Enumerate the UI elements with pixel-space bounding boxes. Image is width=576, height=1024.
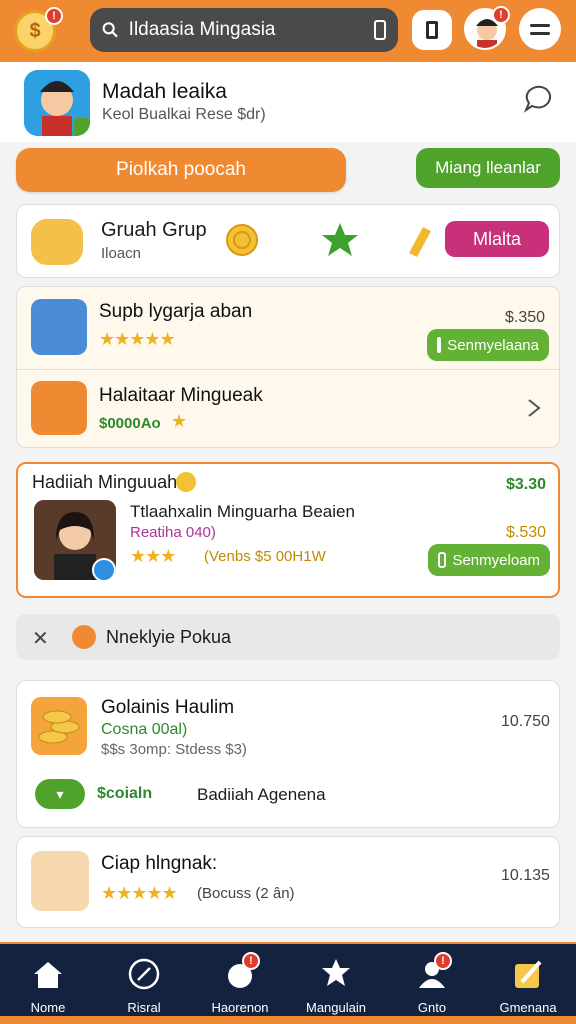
- search-bar[interactable]: [90, 8, 398, 52]
- gold-bar-icon: [409, 227, 431, 257]
- group-subtitle: Iloacn: [101, 245, 142, 262]
- compass-icon: [128, 958, 160, 990]
- featured-heading-price: $3.30: [506, 476, 547, 493]
- home-icon: [34, 962, 62, 988]
- reward-card[interactable]: Ciap hlngnak: ★★★★★ (Bocuss (2 ân) 10.13…: [16, 836, 560, 928]
- coins-value: 10.750: [501, 713, 550, 730]
- expand-toggle[interactable]: ▾: [35, 779, 85, 809]
- profile-subtitle: Keol Bualkai Rese $dr): [102, 106, 266, 123]
- group-mascot-icon: [31, 219, 83, 265]
- verified-icon: [92, 558, 116, 582]
- nav-label: Mangulain: [306, 1000, 366, 1015]
- nav-item-community[interactable]: Mangulain: [288, 944, 384, 1024]
- nav-item-home[interactable]: Nome: [0, 944, 96, 1024]
- coins-title: Golainis Haulim: [101, 697, 235, 718]
- nav-label: Risral: [127, 1000, 161, 1015]
- coin-icon: [176, 472, 196, 492]
- chevron-right-icon[interactable]: [523, 397, 545, 419]
- search-input[interactable]: [128, 19, 374, 41]
- nav-item-rewards[interactable]: ! Haorenon: [192, 944, 288, 1024]
- profile-title: Madah leaika: [102, 80, 227, 103]
- featured-action-label: Senmyeloam: [452, 551, 540, 569]
- clipboard-icon: [426, 21, 438, 39]
- featured-card[interactable]: Hadiiah Minguuah $3.30 Ttlaahxalin Mingu…: [16, 462, 560, 598]
- list-item-action-label: Senmyelaana: [447, 336, 539, 354]
- reward-rating: ★★★★★: [101, 883, 178, 903]
- nav-badge: !: [242, 952, 260, 970]
- mic-icon[interactable]: [373, 20, 386, 40]
- nav-badge: !: [434, 952, 452, 970]
- nav-label: Gnto: [417, 1000, 447, 1015]
- nav-label: Nome: [30, 1000, 66, 1015]
- reward-note: (Bocuss (2 ân): [197, 885, 295, 902]
- coin-badge: !: [45, 7, 63, 25]
- coin-button[interactable]: $ !: [14, 7, 63, 52]
- bag-icon: [438, 552, 447, 568]
- reward-icon: [31, 851, 89, 911]
- bag-icon: [437, 337, 442, 353]
- list-item-rating: ★: [171, 411, 187, 431]
- top-bar: $ ! !: [0, 0, 576, 62]
- list-item-rating: ★★★★★: [99, 329, 176, 349]
- list-item-title: Supb lygarja aban: [99, 301, 253, 322]
- nav-label: Haorenon: [211, 1000, 269, 1015]
- list-item-icon: [31, 299, 87, 355]
- bottom-accent-strip: [0, 1016, 576, 1024]
- section-header[interactable]: ✕ Nneklyie Pokua: [16, 614, 560, 660]
- nav-item-explore[interactable]: Risral: [96, 944, 192, 1024]
- group-card[interactable]: Gruah Grup Iloacn Mlalta: [16, 204, 560, 278]
- edit-icon: [515, 960, 542, 988]
- featured-title: Ttlaahxalin Minguarha Beaien: [130, 502, 355, 521]
- featured-rating: ★★★: [130, 546, 176, 566]
- primary-action-button[interactable]: Piolkah poocah: [16, 148, 346, 192]
- group-more-button[interactable]: Mlalta: [445, 221, 549, 257]
- nav-label: Gmenana: [499, 1000, 557, 1015]
- featured-action-button[interactable]: Senmyeloam: [428, 544, 550, 576]
- featured-heading: Hadiiah Minguuah: [32, 472, 178, 492]
- coins-icon: [31, 697, 87, 755]
- coins-subtitle: Cosna 00al): [101, 721, 188, 738]
- profile-avatar: [24, 70, 90, 136]
- list-item-price: $.350: [505, 309, 546, 326]
- featured-price: $.530: [506, 524, 547, 541]
- avatar-badge: !: [492, 6, 510, 24]
- list-item-icon: [31, 381, 87, 435]
- featured-note: (Venbs $5 00H1W: [204, 548, 326, 565]
- nav-item-settings[interactable]: Gmenana: [480, 944, 576, 1024]
- coins-footer-label: Badiiah Agenena: [197, 785, 326, 804]
- list-item-title: Halaitaar Mingueak: [99, 385, 263, 406]
- item-list-card: Supb lygarja aban ★★★★★ $.350 Senmyelaan…: [16, 286, 561, 448]
- featured-subtitle: Reatiha 040): [130, 524, 216, 541]
- nav-item-profile[interactable]: ! Gnto: [384, 944, 480, 1024]
- group-title: Gruah Grup: [101, 219, 207, 241]
- search-icon: [102, 22, 118, 38]
- divider: [17, 369, 561, 370]
- section-label: Nneklyie Pokua: [106, 627, 232, 647]
- profile-card[interactable]: Madah leaika Keol Bualkai Rese $dr): [0, 62, 576, 142]
- coins-footer-amount: $coialn: [97, 785, 153, 802]
- gold-coin-icon: [226, 224, 258, 256]
- section-icon: [72, 625, 96, 649]
- list-item-note: $0000Ao: [99, 415, 161, 432]
- bottom-nav: Nome Risral ! Haorenon Mangulain ! Gnto …: [0, 942, 576, 1024]
- coin-icon: $: [29, 19, 41, 42]
- reward-title: Ciap hlngnak:: [101, 853, 218, 874]
- menu-line: [530, 31, 550, 35]
- close-icon[interactable]: ✕: [32, 626, 49, 651]
- coins-detail: $$s 3omp: Stdess $3): [101, 741, 247, 758]
- menu-button[interactable]: [519, 8, 561, 50]
- chat-icon[interactable]: [520, 82, 554, 116]
- green-star-icon: [322, 223, 358, 256]
- secondary-action-button[interactable]: Miang lleanlar: [416, 148, 560, 188]
- clipboard-button[interactable]: [412, 10, 452, 50]
- list-item-action-button[interactable]: Senmyelaana: [427, 329, 549, 361]
- reward-value: 10.135: [501, 867, 550, 884]
- coins-card[interactable]: Golainis Haulim Cosna 00al) $$s 3omp: St…: [16, 680, 560, 828]
- menu-line: [530, 23, 550, 27]
- gear-mascot-icon: [322, 959, 350, 986]
